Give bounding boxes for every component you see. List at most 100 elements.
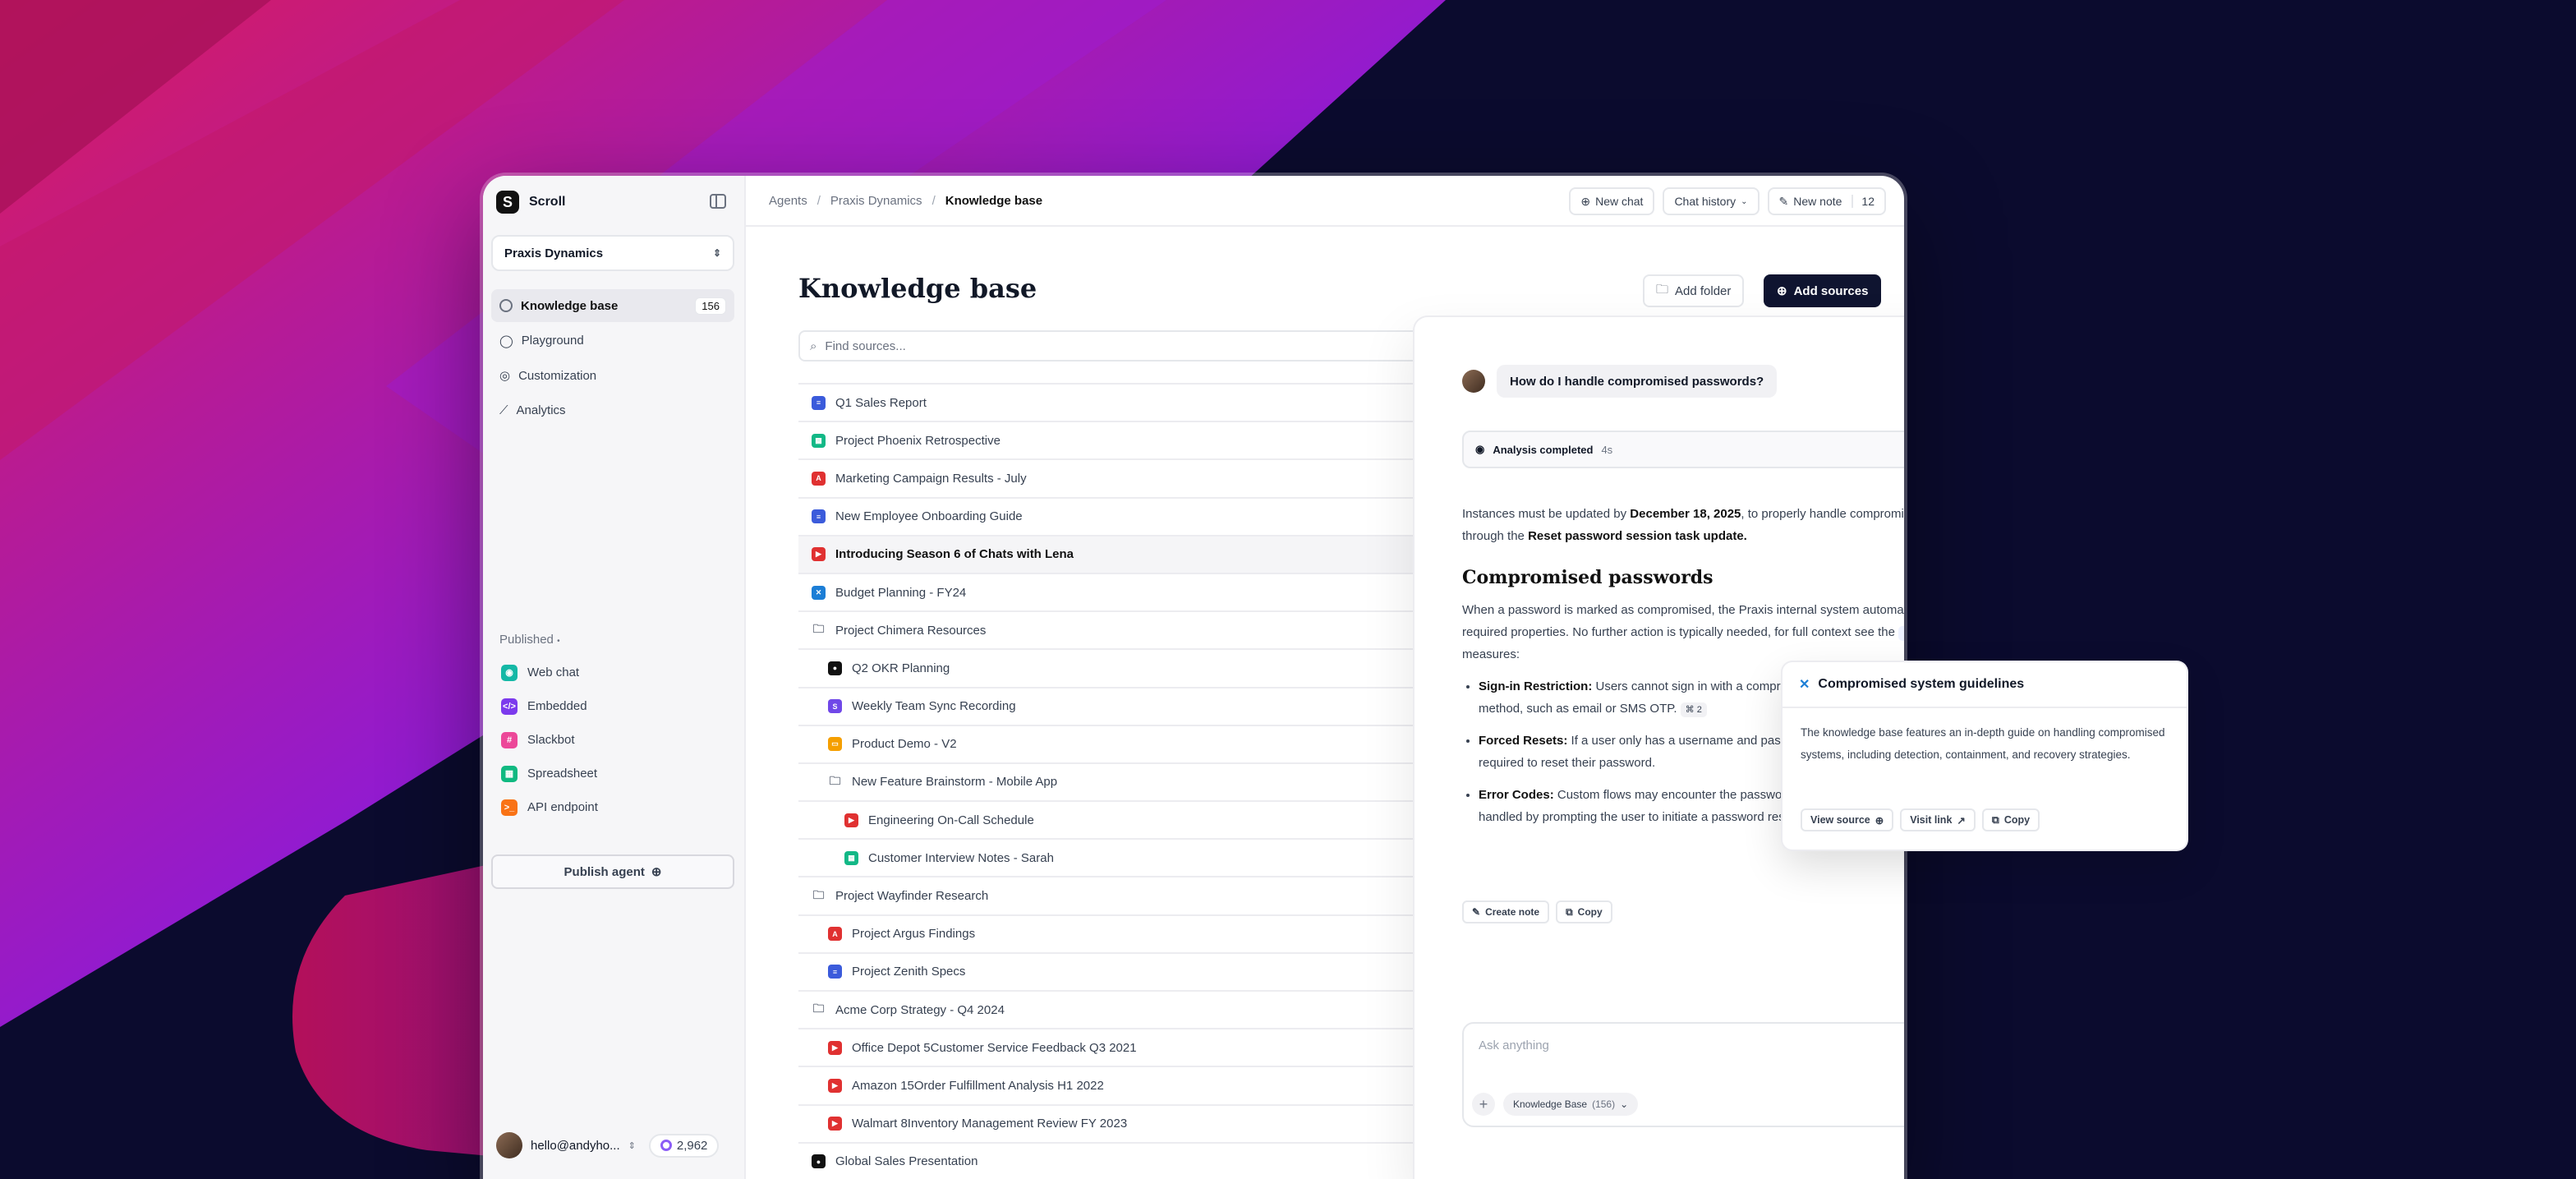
table-row[interactable]: ≡ New Employee Onboarding Guide	[798, 499, 1472, 537]
source-label: Weekly Team Sync Recording	[852, 699, 1016, 714]
check-circle-icon: ◉	[1475, 443, 1485, 455]
user-menu[interactable]: hello@andyho... ⇕ 2,962	[496, 1132, 720, 1158]
published-item-spreadsheet[interactable]: ▦ Spreadsheet	[491, 757, 734, 790]
copy-button[interactable]: ⧉ Copy	[1981, 808, 2040, 831]
sidebar: S Scroll Praxis Dynamics ⇕ Knowledge bas…	[483, 176, 746, 1179]
published-item-label: Spreadsheet	[527, 767, 598, 781]
citation-badge[interactable]: ⌘ 2	[1680, 702, 1707, 717]
table-row[interactable]: ▶ Office Depot 5Customer Service Feedback…	[798, 1029, 1472, 1068]
citation-badge[interactable]: ✕ 1	[1898, 626, 1904, 641]
composer-placeholder: Ask anything	[1479, 1039, 1549, 1052]
new-note-button[interactable]: ✎ New note 12	[1767, 187, 1886, 215]
copy-icon: ⧉	[1991, 813, 1999, 826]
edit-icon: ✎	[1778, 194, 1789, 208]
sidebar-item-playground[interactable]: ◯ Playground	[491, 325, 734, 357]
published-item-api-endpoint[interactable]: >_ API endpoint	[491, 790, 734, 824]
sidebar-item-knowledge-base[interactable]: Knowledge base 156	[491, 289, 734, 322]
plus-circle-icon: ⊕	[1874, 814, 1884, 827]
analysis-duration: 4s	[1601, 443, 1613, 456]
table-row[interactable]: ▦ Project Phoenix Retrospective	[798, 422, 1472, 461]
new-chat-button[interactable]: ⊕ New chat	[1569, 187, 1655, 215]
sources-list: ≡ Q1 Sales Report ▦ Project Phoenix Retrosp…	[798, 383, 1472, 1179]
avatar	[1462, 370, 1485, 393]
table-row[interactable]: S Weekly Team Sync Recording	[798, 689, 1472, 726]
view-source-button[interactable]: View source ⊕	[1801, 808, 1894, 831]
sidebar-item-analytics[interactable]: ⟋ Analytics	[491, 394, 734, 427]
add-sources-label: Add sources	[1793, 283, 1869, 298]
sidebar-toggle-icon[interactable]	[710, 194, 726, 209]
table-row[interactable]: ▦ Customer Interview Notes - Sarah	[798, 840, 1472, 878]
source-label: Project Chimera Resources	[835, 623, 987, 638]
source-label: Global Sales Presentation	[835, 1154, 978, 1169]
youtube-icon: ▶	[812, 547, 826, 562]
chat-bubble-icon: ◯	[499, 334, 513, 348]
workspace-selector[interactable]: Praxis Dynamics ⇕	[491, 235, 734, 271]
copy-label: Copy	[1577, 906, 1603, 918]
published-item-embedded[interactable]: </> Embedded	[491, 689, 734, 723]
table-row[interactable]: ≡ Q1 Sales Report	[798, 385, 1472, 423]
credits-badge[interactable]: 2,962	[648, 1133, 720, 1158]
table-row[interactable]: ▶ Amazon 15Order Fulfillment Analysis H1 …	[798, 1067, 1472, 1106]
sheet-icon: ▦	[844, 850, 858, 865]
publish-agent-button[interactable]: Publish agent ⊕	[491, 854, 734, 889]
published-item-slackbot[interactable]: # Slackbot	[491, 723, 734, 757]
breadcrumb-separator: /	[932, 193, 936, 208]
knowledge-base-chip[interactable]: Knowledge Base (156) ⌄	[1503, 1093, 1639, 1116]
table-row[interactable]: ▶ Walmart 8Inventory Management Review FY…	[798, 1106, 1472, 1144]
app-name: Scroll	[529, 195, 566, 209]
source-label: Q1 Sales Report	[835, 395, 927, 410]
visit-link-label: Visit link	[1910, 814, 1953, 826]
source-label: Project Phoenix Retrospective	[835, 433, 1000, 448]
youtube-icon: ▶	[828, 1040, 842, 1055]
confluence-icon: ✕	[812, 585, 826, 600]
top-actions: ⊕ New chat Chat history ⌄ ✎ New note 12	[1569, 187, 1886, 215]
table-row[interactable]: ≡ Project Zenith Specs	[798, 954, 1472, 992]
table-row[interactable]: ✕ Budget Planning - FY24	[798, 574, 1472, 613]
sidebar-item-customization[interactable]: ◎ Customization	[491, 359, 734, 392]
knowledge-base-icon	[499, 299, 513, 312]
search-input[interactable]: ⌕ Find sources...	[798, 330, 1472, 362]
table-row[interactable]: ▶ Introducing Season 6 of Chats with Lena	[798, 536, 1472, 574]
table-row[interactable]: 🗀 Acme Corp Strategy - Q4 2024	[798, 992, 1472, 1030]
published-item-web-chat[interactable]: ◉ Web chat	[491, 656, 734, 689]
table-row[interactable]: ▭ Product Demo - V2	[798, 726, 1472, 764]
code-icon: </>	[501, 698, 518, 715]
copy-button[interactable]: ⧉ Copy	[1556, 900, 1612, 923]
web-chat-icon: ◉	[501, 664, 518, 681]
table-row[interactable]: A Marketing Campaign Results - July	[798, 460, 1472, 499]
table-row[interactable]: A Project Argus Findings	[798, 916, 1472, 954]
copy-icon: ⧉	[1566, 905, 1573, 918]
chevron-down-icon: ⌄	[1741, 196, 1748, 206]
workspace-name: Praxis Dynamics	[504, 246, 604, 260]
table-row[interactable]: 🗀 New Feature Brainstorm - Mobile App	[798, 764, 1472, 803]
analysis-status[interactable]: ◉ Analysis completed 4s ⌄	[1462, 431, 1904, 468]
new-note-label: New note	[1793, 195, 1842, 208]
table-row[interactable]: ● Q2 OKR Planning	[798, 650, 1472, 689]
scroll-logo-icon: S	[496, 191, 519, 214]
table-row[interactable]: ● Global Sales Presentation	[798, 1144, 1472, 1179]
table-row[interactable]: 🗀 Project Chimera Resources	[798, 612, 1472, 651]
chat-history-button[interactable]: Chat history ⌄	[1663, 187, 1760, 215]
table-row[interactable]: ▶ Engineering On-Call Schedule	[798, 802, 1472, 840]
chevron-down-icon: ⌄	[1620, 1098, 1629, 1110]
plus-icon[interactable]: +	[1472, 1093, 1495, 1116]
add-folder-button[interactable]: 🗀 Add folder	[1643, 274, 1745, 307]
table-row[interactable]: 🗀 Project Wayfinder Research	[798, 877, 1472, 916]
breadcrumb-workspace[interactable]: Praxis Dynamics	[830, 194, 922, 208]
breadcrumb-agents[interactable]: Agents	[769, 194, 807, 208]
github-icon: ●	[828, 661, 842, 675]
source-label: New Employee Onboarding Guide	[835, 509, 1023, 524]
visit-link-button[interactable]: Visit link ↗	[1900, 808, 1976, 831]
settings-icon: ◎	[499, 369, 511, 383]
brand[interactable]: S Scroll	[496, 191, 565, 214]
sheet-icon: ▦	[501, 765, 518, 782]
kb-chip-label: Knowledge Base	[1513, 1098, 1588, 1110]
source-label: Customer Interview Notes - Sarah	[868, 850, 1054, 865]
add-sources-button[interactable]: ⊕ Add sources	[1764, 274, 1882, 307]
folder-icon: 🗀	[812, 622, 825, 636]
source-label: Walmart 8Inventory Management Review FY …	[852, 1117, 1128, 1131]
slack-icon: #	[501, 731, 518, 748]
chat-composer[interactable]: Ask anything + Knowledge Base (156) ⌄ ↑	[1462, 1022, 1904, 1127]
source-label: Project Zenith Specs	[852, 965, 966, 979]
create-note-button[interactable]: ✎ Create note	[1462, 900, 1550, 923]
